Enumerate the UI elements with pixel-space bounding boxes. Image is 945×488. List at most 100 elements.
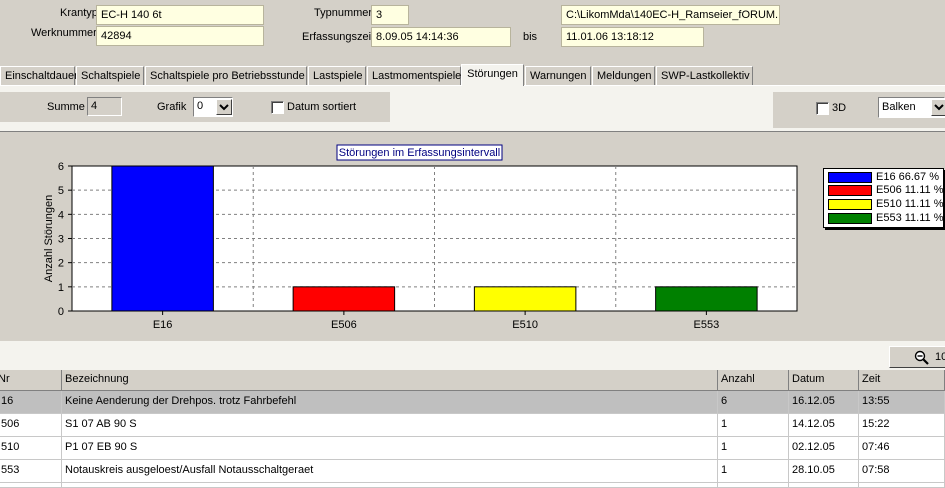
- cell-zeit: 07:46: [859, 437, 945, 460]
- three-d-label: 3D: [832, 102, 847, 114]
- legend-swatch: [828, 213, 872, 224]
- tab-stoerungen[interactable]: Störungen: [461, 64, 524, 86]
- grafik-select[interactable]: 0: [193, 97, 233, 117]
- magnifier-icon: [914, 350, 929, 365]
- cell-anzahl: 1: [718, 460, 789, 483]
- cell-bezeichnung: P1 07 EB 90 S: [62, 437, 718, 460]
- legend-label: E506 11.11 %: [876, 184, 944, 196]
- legend-label: E16 66.67 %: [876, 171, 939, 183]
- grafik-dropdown-button[interactable]: [216, 99, 232, 115]
- summe-field: 4: [87, 97, 122, 116]
- cell-datum: 28.10.05: [789, 460, 859, 483]
- cell-nr: 506: [0, 414, 62, 437]
- legend-swatch: [828, 199, 872, 210]
- cell-nr: 16: [0, 391, 62, 414]
- erfassungszeit-to-field: 11.01.06 13:18:12: [561, 27, 704, 47]
- cell-anzahl: 6: [718, 391, 789, 414]
- tab-meldungen[interactable]: Meldungen: [592, 66, 655, 86]
- bar-e510: [473, 286, 577, 312]
- y-tick-label: 6: [58, 161, 64, 173]
- tab-lastspiele[interactable]: Lastspiele: [308, 66, 366, 86]
- chart-type-select[interactable]: Balken: [878, 97, 945, 118]
- table-toolbar: [0, 341, 945, 370]
- tab-strip: Einschaltdauer Schaltspiele Schaltspiele…: [0, 64, 945, 86]
- y-tick-label: 0: [58, 306, 64, 318]
- bis-label: bis: [523, 31, 538, 43]
- x-tick-label: E16: [153, 319, 173, 331]
- tab-swp-lastkollektiv[interactable]: SWP-Lastkollektiv: [656, 66, 753, 86]
- cell-bezeichnung: [62, 483, 718, 488]
- cell-zeit: 07:58: [859, 460, 945, 483]
- summe-label: Summe: [47, 101, 85, 113]
- krantyp-label: Krantyp: [60, 7, 98, 19]
- x-tick-label: E510: [512, 319, 538, 331]
- zoom-label: 10: [935, 351, 945, 363]
- cell-anzahl: [718, 483, 789, 488]
- bar-e506: [292, 286, 396, 312]
- y-axis-label: Anzahl Störungen: [43, 195, 55, 282]
- legend-swatch: [828, 185, 872, 196]
- chevron-down-icon: [219, 104, 229, 111]
- legend-label: E510 11.11 %: [876, 198, 944, 210]
- column-header-anzahl[interactable]: Anzahl: [718, 370, 789, 391]
- y-tick-label: 1: [58, 282, 64, 294]
- legend-swatch: [828, 172, 872, 183]
- typnummer-field: 3: [371, 5, 409, 25]
- tab-schaltspiele-pro-betriebsstunde[interactable]: Schaltspiele pro Betriebsstunde: [145, 66, 307, 86]
- chart-legend: E16 66.67 % E506 11.11 % E510 11.11 % E5…: [823, 168, 944, 228]
- datum-sortiert-checkbox[interactable]: [271, 101, 284, 114]
- x-tick-label: E506: [331, 319, 357, 331]
- cell-datum: 16.12.05: [789, 391, 859, 414]
- cell-anzahl: 1: [718, 414, 789, 437]
- table-row[interactable]: 510 P1 07 EB 90 S 1 02.12.05 07:46: [0, 437, 945, 460]
- zoom-button[interactable]: 10: [889, 346, 945, 368]
- cell-nr: [0, 483, 62, 488]
- cell-nr: 510: [0, 437, 62, 460]
- table-row[interactable]: 553 Notauskreis ausgeloest/Ausfall Notau…: [0, 460, 945, 483]
- cell-zeit: 15:22: [859, 414, 945, 437]
- cell-datum: 02.12.05: [789, 437, 859, 460]
- column-header-datum[interactable]: Datum: [789, 370, 859, 391]
- typnummer-label: Typnummer: [314, 7, 373, 19]
- bar-e16: [111, 165, 214, 312]
- y-tick-label: 4: [58, 209, 64, 221]
- table-row[interactable]: 16 Keine Aenderung der Drehpos. trotz Fa…: [0, 391, 945, 414]
- cell-anzahl: 1: [718, 437, 789, 460]
- three-d-checkbox[interactable]: [816, 102, 829, 115]
- x-tick-label: E553: [694, 319, 720, 331]
- krantyp-field: EC-H 140 6t: [96, 5, 264, 25]
- column-header-bezeichnung[interactable]: Bezeichnung: [62, 370, 718, 391]
- cell-datum: [789, 483, 859, 488]
- tab-einschaltdauer[interactable]: Einschaltdauer: [0, 66, 78, 86]
- grafik-label: Grafik: [157, 101, 187, 113]
- chart-type-dropdown-button[interactable]: [931, 99, 945, 116]
- legend-label: E553 11.11 %: [876, 212, 944, 224]
- y-tick-label: 5: [58, 185, 64, 197]
- cell-bezeichnung: Notauskreis ausgeloest/Ausfall Notaussch…: [62, 460, 718, 483]
- erfassungszeit-from-field: 8.09.05 14:14:36: [371, 27, 511, 47]
- tab-lastmomentspiele[interactable]: Lastmomentspiele: [367, 66, 461, 86]
- erfassungszeit-label: Erfassungszeit: [302, 31, 375, 43]
- table-row[interactable]: 506 S1 07 AB 90 S 1 14.12.05 15:22: [0, 414, 945, 437]
- y-tick-label: 3: [58, 234, 64, 246]
- werknummer-field: 42894: [96, 26, 264, 46]
- y-tick-label: 2: [58, 258, 64, 270]
- column-header-zeit[interactable]: Zeit: [859, 370, 945, 391]
- column-header-nr[interactable]: Nr: [0, 370, 62, 391]
- bar-e553: [655, 286, 758, 312]
- tab-schaltspiele[interactable]: Schaltspiele: [76, 66, 144, 86]
- cell-zeit: [859, 483, 945, 488]
- werknummer-label: Werknummer: [31, 27, 97, 39]
- cell-nr: 553: [0, 460, 62, 483]
- chart-title: Störungen im Erfassungsintervall: [339, 147, 500, 159]
- cell-datum: 14.12.05: [789, 414, 859, 437]
- cell-bezeichnung: Keine Aenderung der Drehpos. trotz Fahrb…: [62, 391, 718, 414]
- datum-sortiert-label: Datum sortiert: [287, 101, 357, 113]
- file-path-field: C:\LikomMda\140EC-H_Ramseier_fORUM.: [561, 5, 780, 25]
- chevron-down-icon: [934, 104, 944, 111]
- tab-warnungen[interactable]: Warnungen: [525, 66, 591, 86]
- disturbance-bar-chart: 0 1 2 3 4 5 6 E16 E506 E510 E553 Anzahl Störungen St…: [43, 144, 798, 331]
- table-row-empty: [0, 483, 945, 488]
- cell-zeit: 13:55: [859, 391, 945, 414]
- cell-bezeichnung: S1 07 AB 90 S: [62, 414, 718, 437]
